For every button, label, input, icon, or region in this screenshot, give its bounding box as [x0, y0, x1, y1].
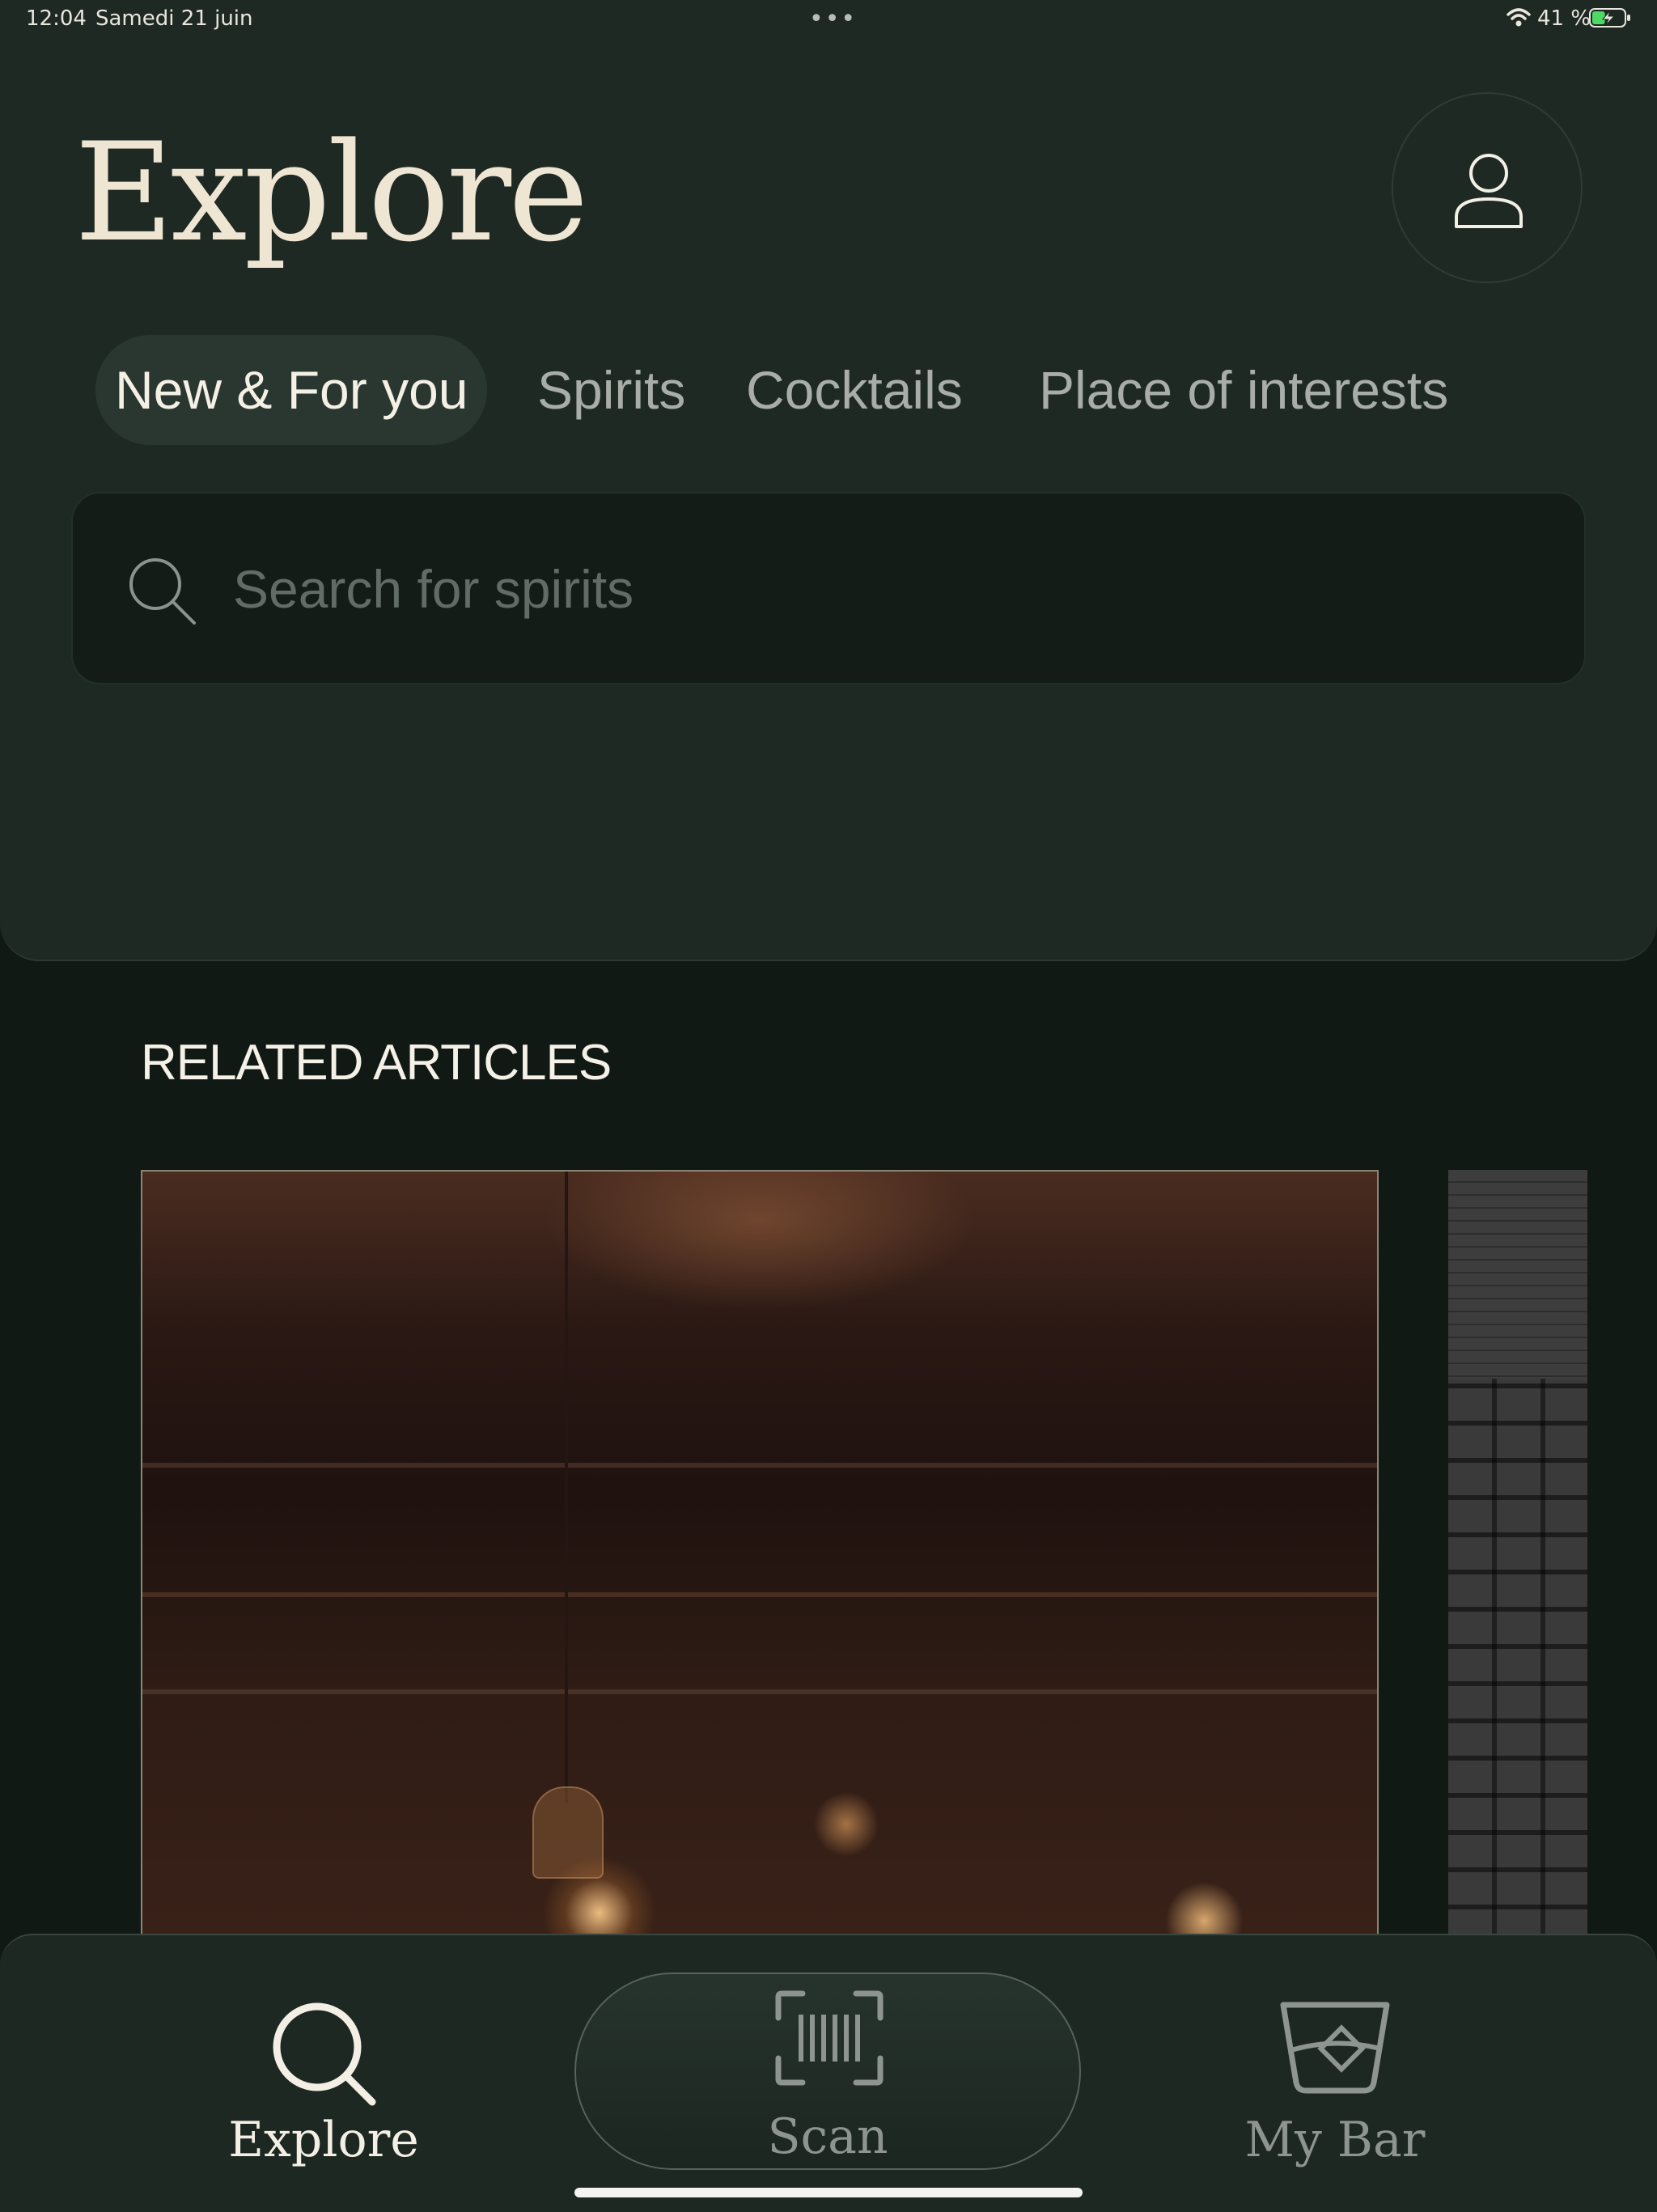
- header-panel: Explore New & For you Spirits Cocktails …: [0, 0, 1657, 961]
- battery-percent: 41 %: [1537, 6, 1591, 31]
- nav-scan[interactable]: Scan: [574, 1973, 1081, 2170]
- status-date: Samedi 21 juin: [95, 6, 253, 31]
- search-box[interactable]: [71, 492, 1586, 684]
- status-time: 12:04: [26, 6, 87, 31]
- multitasking-dots-icon[interactable]: •••: [809, 5, 857, 33]
- tab-new-and-for-you[interactable]: New & For you: [95, 335, 488, 445]
- lamp-cord: [565, 1172, 568, 1803]
- home-indicator[interactable]: [574, 2188, 1083, 2197]
- article-card[interactable]: [141, 1170, 1379, 1979]
- article-card-2[interactable]: [1448, 1170, 1587, 1979]
- nav-my-bar[interactable]: My Bar: [1230, 1935, 1440, 2212]
- status-bar: 12:04 Samedi 21 juin ••• 41 %: [0, 0, 1657, 39]
- image-beam: [142, 1689, 1377, 1694]
- search-input[interactable]: [231, 494, 1529, 684]
- barcode-scan-icon: [775, 1990, 884, 2086]
- nav-scan-label: Scan: [767, 2108, 888, 2165]
- bottom-nav: Explore Scan My Bar: [0, 1934, 1657, 2212]
- search-icon: [273, 2002, 376, 2106]
- wifi-icon: [1507, 8, 1531, 27]
- nav-explore-label: Explore: [228, 2112, 419, 2168]
- profile-button[interactable]: [1392, 92, 1583, 283]
- battery-charging-icon: [1589, 8, 1630, 28]
- search-icon: [129, 558, 196, 625]
- stone-wall-image: [1448, 1379, 1587, 1979]
- person-icon: [1455, 154, 1523, 228]
- nav-my-bar-label: My Bar: [1244, 2112, 1426, 2168]
- nav-explore[interactable]: Explore: [210, 1935, 437, 2212]
- tab-spirits[interactable]: Spirits: [537, 335, 685, 445]
- image-beam: [142, 1463, 1377, 1468]
- related-articles-title: RELATED ARTICLES: [141, 1035, 612, 1091]
- lamp-image: [532, 1786, 604, 1879]
- image-beam: [142, 1592, 1377, 1597]
- tab-place-of-interests[interactable]: Place of interests: [1039, 335, 1448, 445]
- tab-cocktails[interactable]: Cocktails: [746, 335, 963, 445]
- page-title: Explore: [74, 113, 589, 272]
- glass-icon: [1280, 2002, 1390, 2094]
